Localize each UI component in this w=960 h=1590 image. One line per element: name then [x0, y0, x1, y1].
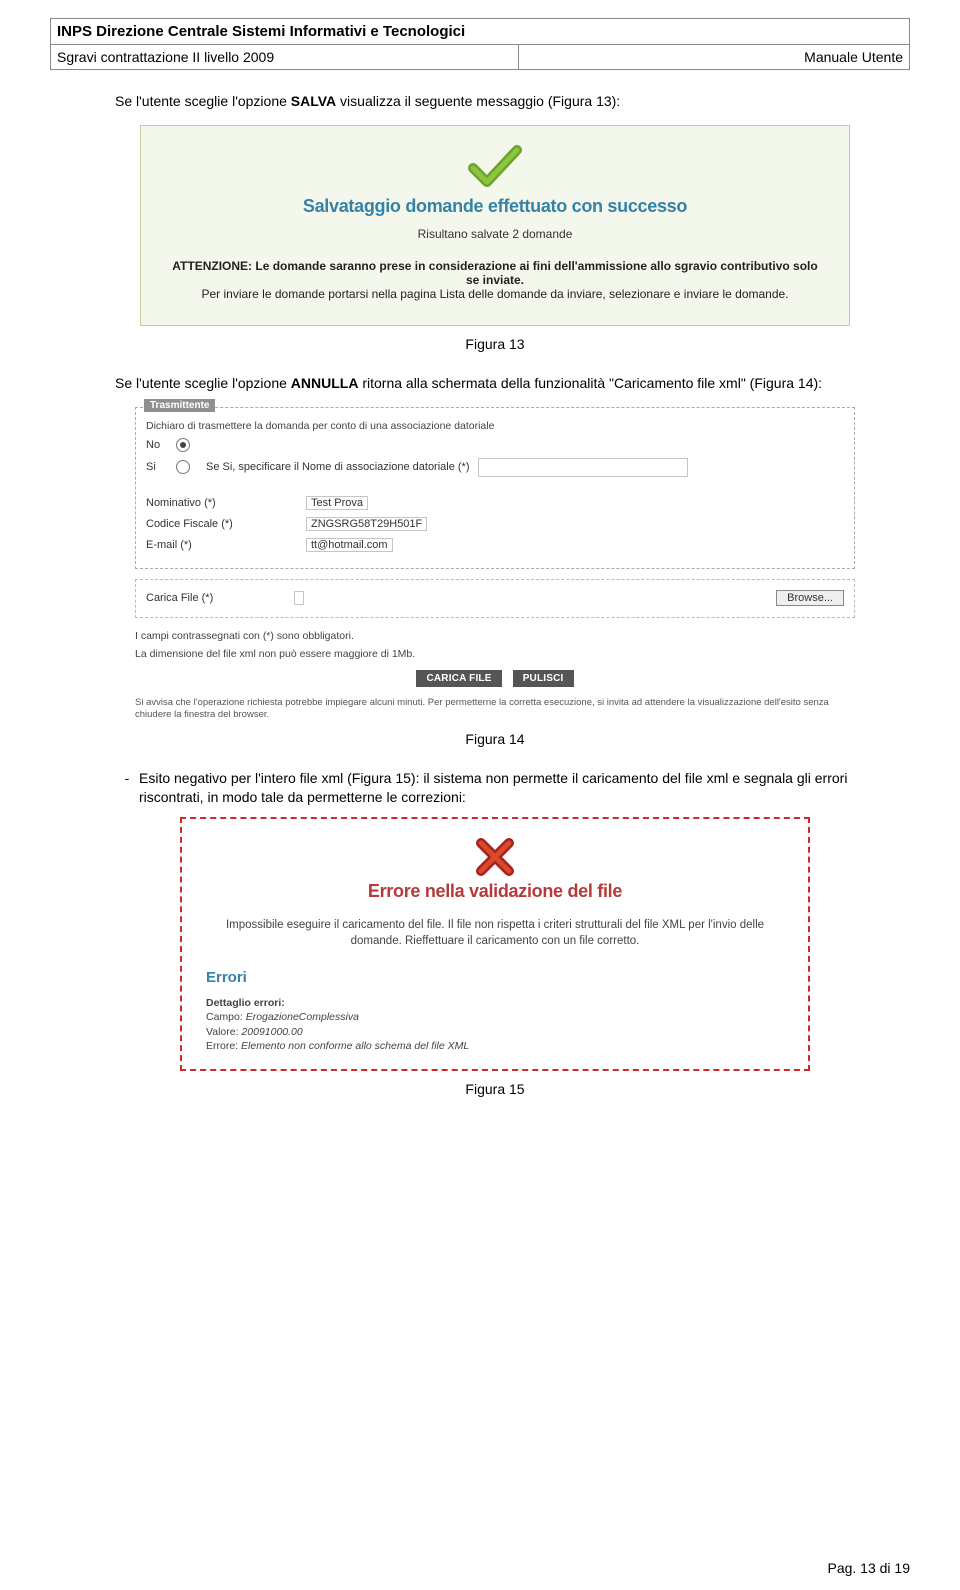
codice-fiscale-input[interactable]: ZNGSRG58T29H501F: [306, 517, 427, 531]
declaration-text: Dichiaro di trasmettere la domanda per c…: [146, 420, 844, 432]
header-right: Manuale Utente: [519, 45, 909, 69]
error-message-box: Errore nella validazione del file Imposs…: [180, 817, 810, 1071]
page-header: INPS Direzione Centrale Sistemi Informat…: [50, 18, 910, 70]
figure-14-label: Figura 14: [115, 731, 875, 747]
operation-warning: Si avvisa che l'operazione richiesta pot…: [135, 697, 855, 722]
carica-file-button[interactable]: CARICA FILE: [416, 670, 501, 687]
nominativo-label: Nominativo (*): [146, 497, 306, 509]
error-subtitle: Impossibile eseguire il caricamento del …: [216, 918, 774, 949]
browse-button[interactable]: Browse...: [776, 590, 844, 606]
radio-no[interactable]: [176, 438, 190, 452]
trasmittente-fieldset: Trasmittente Dichiaro di trasmettere la …: [135, 407, 855, 569]
bullet-esito-negativo: - Esito negativo per l'intero file xml (…: [115, 769, 875, 807]
annulla-paragraph: Se l'utente sceglie l'opzione ANNULLA ri…: [115, 374, 875, 393]
email-label: E-mail (*): [146, 539, 306, 551]
intro-paragraph: Se l'utente sceglie l'opzione SALVA visu…: [115, 92, 875, 111]
header-left: Sgravi contrattazione II livello 2009: [51, 45, 519, 69]
error-details: Dettaglio errori: Campo: ErogazioneCompl…: [206, 996, 784, 1053]
radio-si-label: Si: [146, 461, 176, 473]
nominativo-input[interactable]: Test Prova: [306, 496, 368, 510]
carica-file-label: Carica File (*): [146, 592, 286, 604]
radio-si[interactable]: [176, 460, 190, 474]
radio-no-label: No: [146, 439, 176, 451]
figure-15-label: Figura 15: [115, 1081, 875, 1097]
fieldset-legend: Trasmittente: [144, 399, 215, 412]
success-title: Salvataggio domande effettuato con succe…: [169, 196, 821, 217]
error-title: Errore nella validazione del file: [206, 881, 784, 902]
success-message-box: Salvataggio domande effettuato con succe…: [140, 125, 850, 326]
maxsize-note: La dimensione del file xml non può esser…: [135, 648, 855, 660]
header-org: INPS Direzione Centrale Sistemi Informat…: [51, 19, 909, 45]
figure-13-label: Figura 13: [115, 336, 875, 352]
file-upload-row: Carica File (*) Browse...: [135, 579, 855, 618]
si-note-label: Se Si, specificare il Nome di associazio…: [206, 461, 470, 473]
success-check-icon: [169, 144, 821, 190]
mandatory-note: I campi contrassegnati con (*) sono obbl…: [135, 630, 855, 642]
file-path-input[interactable]: [294, 591, 304, 605]
email-input[interactable]: tt@hotmail.com: [306, 538, 393, 552]
pulisci-button[interactable]: PULISCI: [513, 670, 574, 687]
errors-heading: Errori: [206, 969, 784, 986]
success-subtitle: Risultano salvate 2 domande: [169, 227, 821, 241]
codice-fiscale-label: Codice Fiscale (*): [146, 518, 306, 530]
page-footer: Pag. 13 di 19: [827, 1560, 910, 1576]
success-note: ATTENZIONE: Le domande saranno prese in …: [169, 259, 821, 301]
upload-form: Trasmittente Dichiaro di trasmettere la …: [135, 407, 855, 722]
error-x-icon: [206, 837, 784, 877]
association-name-input[interactable]: [478, 458, 688, 477]
